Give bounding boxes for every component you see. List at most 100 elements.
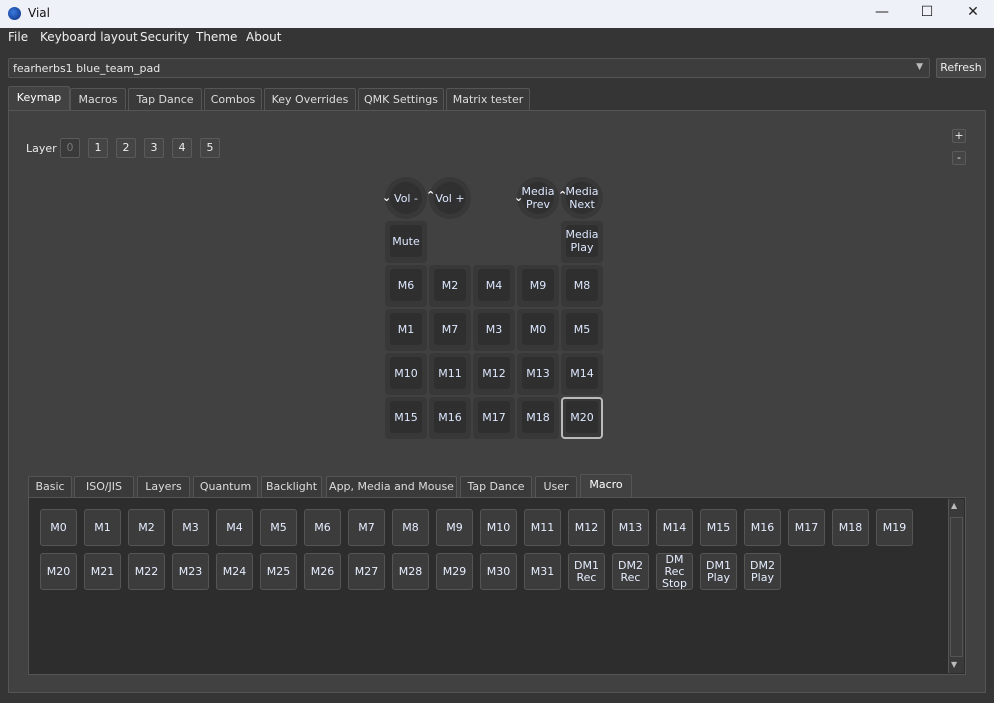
- picker-tab-user[interactable]: User: [535, 476, 577, 497]
- key[interactable]: M4: [473, 265, 515, 307]
- macro-key[interactable]: DM1 Play: [700, 553, 737, 590]
- encoder-ccw[interactable]: Vol - ⌄: [382, 177, 427, 219]
- key[interactable]: M14: [561, 353, 603, 395]
- key[interactable]: M13: [517, 353, 559, 395]
- macro-key[interactable]: M12: [568, 509, 605, 546]
- picker-tab-basic[interactable]: Basic: [28, 476, 72, 497]
- tab-matrix-tester[interactable]: Matrix tester: [446, 88, 530, 110]
- picker-tab-iso-jis[interactable]: ISO/JIS: [74, 476, 134, 497]
- macro-key[interactable]: M17: [788, 509, 825, 546]
- macro-key[interactable]: M18: [832, 509, 869, 546]
- zoom-in-button[interactable]: +: [952, 129, 966, 143]
- scroll-down-icon[interactable]: ▼: [951, 660, 957, 669]
- device-select[interactable]: fearherbs1 blue_team_pad ▼: [8, 58, 930, 78]
- key[interactable]: Mute: [385, 221, 427, 263]
- macro-key[interactable]: M24: [216, 553, 253, 590]
- encoder-cw[interactable]: Vol + ⌃: [426, 177, 471, 219]
- minimize-button[interactable]: —: [872, 4, 892, 22]
- picker-tab-macro[interactable]: Macro: [580, 474, 632, 497]
- tab-key-overrides[interactable]: Key Overrides: [264, 88, 356, 110]
- macro-key[interactable]: M25: [260, 553, 297, 590]
- layer-button-5[interactable]: 5: [200, 138, 220, 158]
- macro-key[interactable]: M19: [876, 509, 913, 546]
- key[interactable]: M2: [429, 265, 471, 307]
- key[interactable]: M11: [429, 353, 471, 395]
- tab-qmk-settings[interactable]: QMK Settings: [358, 88, 444, 110]
- menu-file[interactable]: File: [8, 30, 28, 44]
- macro-key[interactable]: M5: [260, 509, 297, 546]
- maximize-button[interactable]: ☐: [917, 4, 937, 22]
- macro-key[interactable]: M16: [744, 509, 781, 546]
- key[interactable]: M5: [561, 309, 603, 351]
- macro-key[interactable]: M31: [524, 553, 561, 590]
- picker-tab-app-media-and-mouse[interactable]: App, Media and Mouse: [326, 476, 457, 497]
- scrollbar[interactable]: ▲ ▼: [948, 499, 964, 673]
- layer-button-2[interactable]: 2: [116, 138, 136, 158]
- macro-key[interactable]: M4: [216, 509, 253, 546]
- tab-combos[interactable]: Combos: [204, 88, 262, 110]
- zoom-out-button[interactable]: -: [952, 151, 966, 165]
- layer-button-1[interactable]: 1: [88, 138, 108, 158]
- macro-key[interactable]: M8: [392, 509, 429, 546]
- picker-tab-tap-dance[interactable]: Tap Dance: [460, 476, 532, 497]
- key[interactable]: M17: [473, 397, 515, 439]
- macro-key[interactable]: M2: [128, 509, 165, 546]
- key[interactable]: M8: [561, 265, 603, 307]
- key[interactable]: M0: [517, 309, 559, 351]
- macro-key[interactable]: M3: [172, 509, 209, 546]
- macro-key[interactable]: M28: [392, 553, 429, 590]
- picker-tab-quantum[interactable]: Quantum: [193, 476, 258, 497]
- macro-key[interactable]: M14: [656, 509, 693, 546]
- menu-theme[interactable]: Theme: [196, 30, 237, 44]
- key[interactable]: M6: [385, 265, 427, 307]
- macro-key[interactable]: M1: [84, 509, 121, 546]
- macro-key[interactable]: M29: [436, 553, 473, 590]
- key[interactable]: M3: [473, 309, 515, 351]
- macro-key[interactable]: DM2 Play: [744, 553, 781, 590]
- macro-key[interactable]: M9: [436, 509, 473, 546]
- macro-key[interactable]: DM2 Rec: [612, 553, 649, 590]
- encoder-cw[interactable]: Media Next ⌃: [558, 177, 603, 219]
- key[interactable]: M10: [385, 353, 427, 395]
- macro-key[interactable]: M20: [40, 553, 77, 590]
- key[interactable]: M20: [561, 397, 603, 439]
- key[interactable]: M7: [429, 309, 471, 351]
- macro-key[interactable]: M10: [480, 509, 517, 546]
- macro-key[interactable]: M22: [128, 553, 165, 590]
- menu-keyboard-layout[interactable]: Keyboard layout: [40, 30, 138, 44]
- key[interactable]: M15: [385, 397, 427, 439]
- layer-button-0[interactable]: 0: [60, 138, 80, 158]
- scroll-up-icon[interactable]: ▲: [951, 501, 957, 510]
- encoder-ccw[interactable]: Media Prev ⌄: [514, 177, 559, 219]
- picker-tab-backlight[interactable]: Backlight: [261, 476, 322, 497]
- macro-key[interactable]: M13: [612, 509, 649, 546]
- macro-key[interactable]: M6: [304, 509, 341, 546]
- close-button[interactable]: ✕: [963, 4, 983, 22]
- tab-keymap[interactable]: Keymap: [8, 86, 70, 110]
- macro-key[interactable]: M26: [304, 553, 341, 590]
- macro-key[interactable]: M23: [172, 553, 209, 590]
- macro-key[interactable]: M11: [524, 509, 561, 546]
- menu-about[interactable]: About: [246, 30, 281, 44]
- menu-security[interactable]: Security: [140, 30, 189, 44]
- key[interactable]: Media Play: [561, 221, 603, 263]
- key[interactable]: M1: [385, 309, 427, 351]
- macro-key[interactable]: M27: [348, 553, 385, 590]
- macro-key[interactable]: DM Rec Stop: [656, 553, 693, 590]
- macro-key[interactable]: M0: [40, 509, 77, 546]
- macro-key[interactable]: M15: [700, 509, 737, 546]
- layer-button-4[interactable]: 4: [172, 138, 192, 158]
- macro-key[interactable]: M7: [348, 509, 385, 546]
- macro-key[interactable]: DM1 Rec: [568, 553, 605, 590]
- macro-key[interactable]: M30: [480, 553, 517, 590]
- tab-tap-dance[interactable]: Tap Dance: [128, 88, 202, 110]
- key[interactable]: M18: [517, 397, 559, 439]
- key[interactable]: M9: [517, 265, 559, 307]
- picker-tab-layers[interactable]: Layers: [137, 476, 190, 497]
- scroll-thumb[interactable]: [950, 517, 963, 657]
- macro-key[interactable]: M21: [84, 553, 121, 590]
- tab-macros[interactable]: Macros: [70, 88, 126, 110]
- layer-button-3[interactable]: 3: [144, 138, 164, 158]
- refresh-button[interactable]: Refresh: [936, 58, 986, 78]
- key[interactable]: M16: [429, 397, 471, 439]
